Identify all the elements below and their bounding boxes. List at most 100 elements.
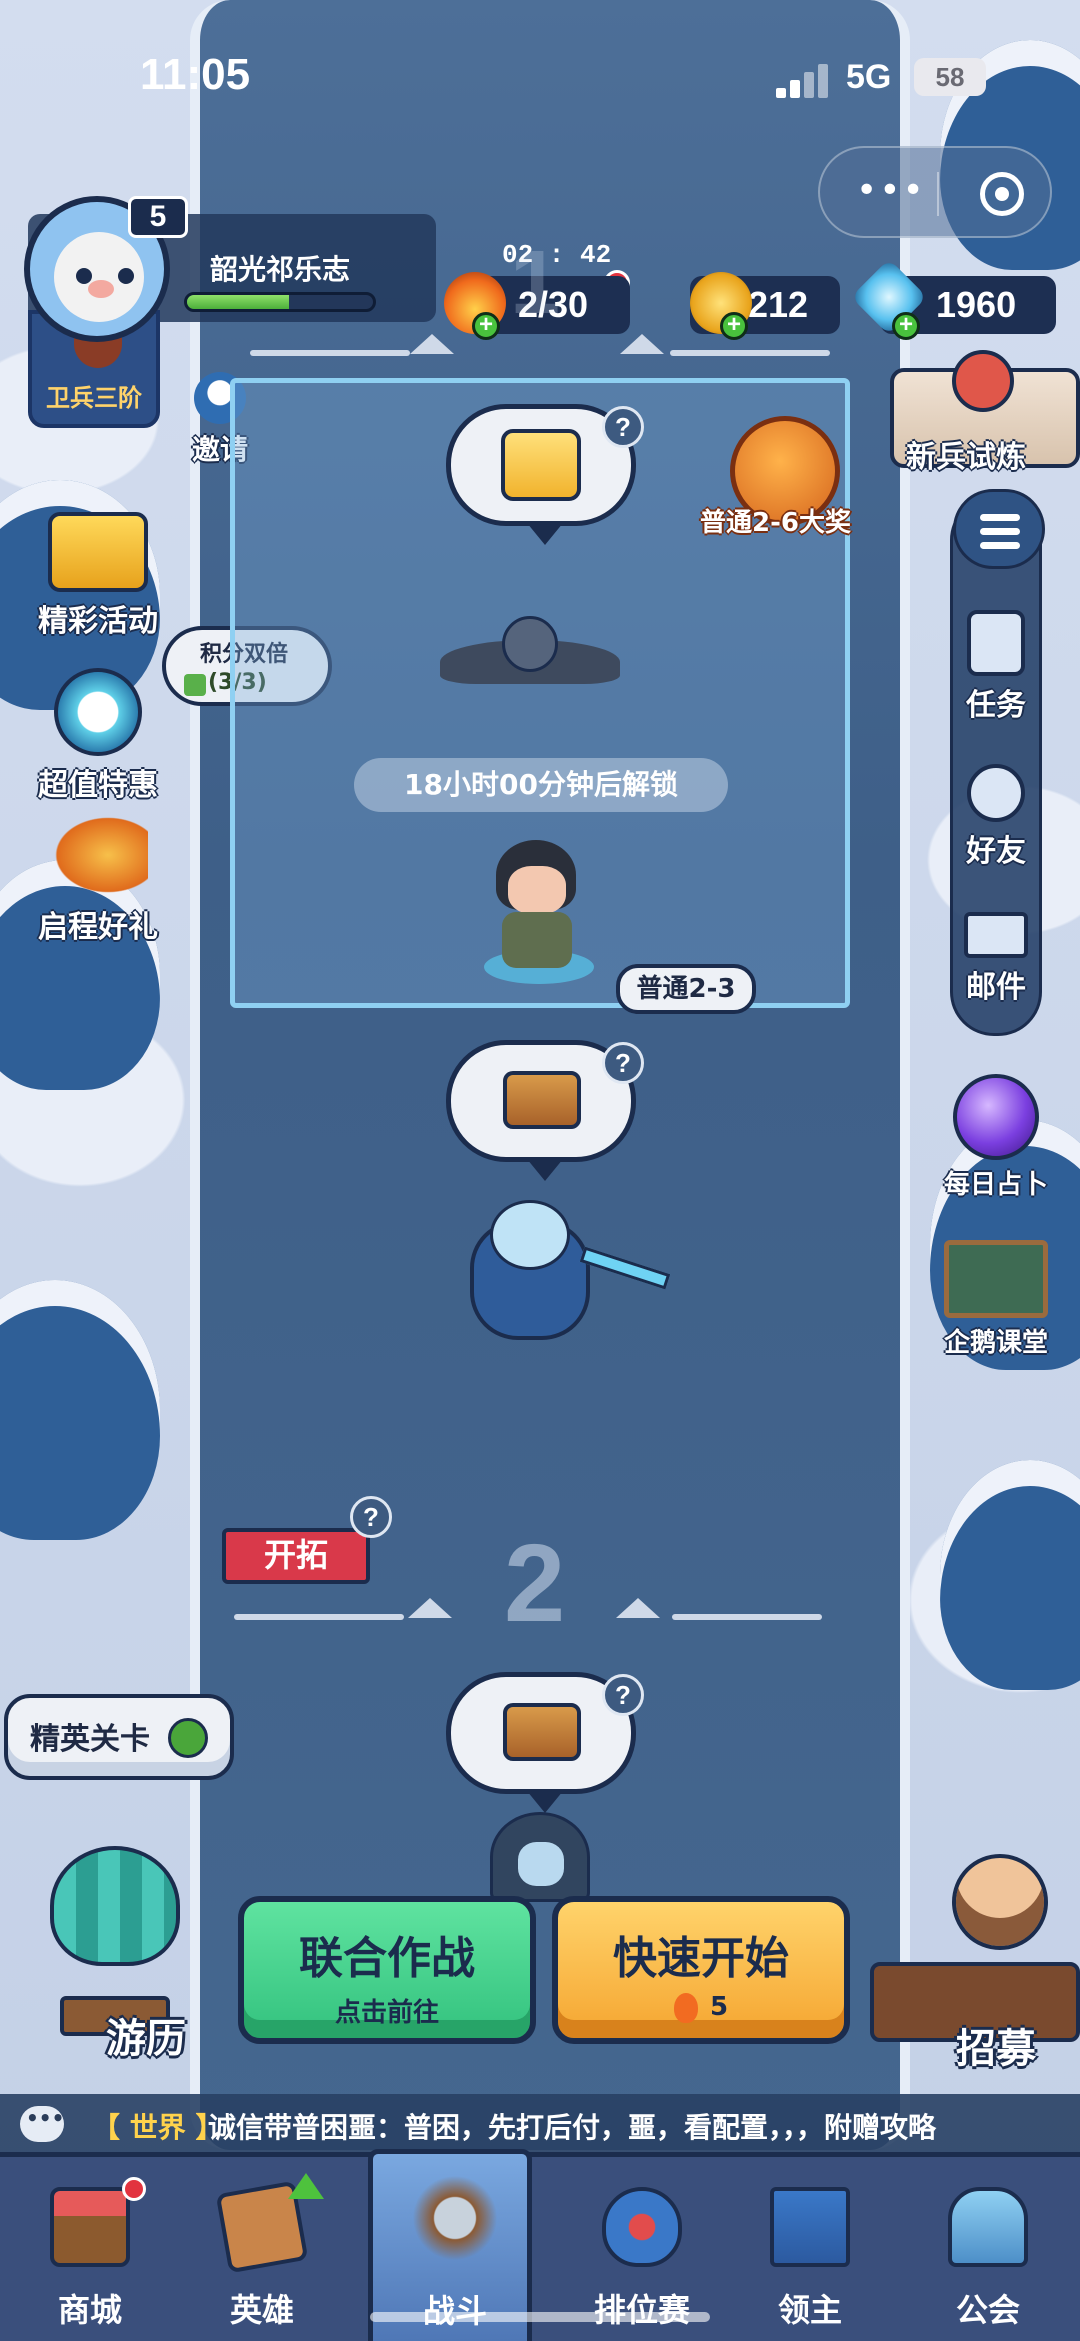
hero-character: [474, 830, 594, 990]
quick-start-button[interactable]: 快速开始 5: [552, 1896, 850, 2044]
mail-label: 邮件: [966, 970, 1026, 1005]
chat-channel: 【 世界 】: [92, 2111, 224, 2144]
add-gem-button[interactable]: +: [892, 312, 920, 340]
tab-label: 排位赛: [593, 2291, 690, 2329]
swap-arrows-icon: [168, 1718, 208, 1758]
coop-battle-button[interactable]: 联合作战 点击前往: [238, 1896, 536, 2044]
clipboard-icon: [967, 610, 1025, 676]
fortune-label: 每日占卜: [943, 1170, 1048, 1200]
upgrade-arrow-icon: [288, 2173, 324, 2199]
snow-mound-icon: [620, 334, 664, 354]
path-divider: [672, 1614, 822, 1620]
deals-button[interactable]: 超值特惠: [26, 668, 170, 804]
coop-battle-subtitle: 点击前往: [334, 1998, 439, 2028]
player-name: 韶光祁乐志: [210, 253, 351, 286]
recruit-label: 招募: [956, 2026, 1036, 2072]
trial-label: 新兵试炼: [906, 440, 1026, 475]
banner-icon: [770, 2187, 850, 2267]
tab-lord[interactable]: 领主: [728, 2157, 892, 2341]
events-button[interactable]: 精彩活动: [26, 512, 170, 640]
coop-battle-title: 联合作战: [299, 1933, 475, 1984]
ice-troll-enemy: [450, 1180, 671, 1350]
class-button[interactable]: 企鹅课堂: [928, 1240, 1064, 1359]
close-target-icon[interactable]: [980, 172, 1024, 216]
gold-value: 212: [748, 284, 809, 325]
deals-label: 超值特惠: [38, 768, 158, 803]
tab-label: 公会: [955, 2291, 1020, 2329]
capsule-divider: [937, 172, 939, 216]
castle-icon: [948, 2187, 1028, 2267]
elite-stage-button[interactable]: 精英关卡: [4, 1694, 234, 1780]
player-level-badge: 5: [128, 196, 188, 238]
snow-mound-icon: [616, 1598, 660, 1618]
gift-button[interactable]: 启程好礼: [26, 812, 170, 946]
path-divider: [234, 1614, 404, 1620]
more-icon[interactable]: •••: [856, 170, 926, 211]
friends-label: 好友: [966, 834, 1026, 869]
book-icon: [184, 674, 206, 696]
warrior-face-icon: [952, 350, 1014, 412]
path-divider: [670, 350, 830, 356]
fortune-button[interactable]: 每日占卜: [928, 1074, 1064, 1201]
crystal-ball-icon: [953, 1074, 1039, 1160]
tab-guild[interactable]: 公会: [906, 2157, 1070, 2341]
treasure-chest-icon: [48, 512, 148, 592]
home-indicator[interactable]: [370, 2312, 710, 2322]
chest-icon: [503, 1071, 581, 1129]
grand-prize-label: 普通2-6大奖: [700, 508, 851, 538]
tasks-button[interactable]: 任务: [950, 610, 1042, 724]
tab-shop[interactable]: 商城: [8, 2157, 172, 2341]
stopwatch-icon: [54, 668, 142, 756]
quick-start-title: 快速开始: [613, 1933, 789, 1984]
friends-button[interactable]: 好友: [950, 764, 1042, 870]
world-chat-bar[interactable]: 【 世界 】 诚信带普困噩：普困，先打后付，噩，看配置，，，附赠攻略: [0, 2094, 1080, 2154]
chat-bubble-icon: [20, 2106, 64, 2142]
current-stage-tag[interactable]: 普通2-3: [616, 964, 756, 1014]
menu-toggle-button[interactable]: [953, 489, 1045, 569]
status-bar: 11:05 5G 58: [0, 50, 1080, 110]
recruit-button[interactable]: 招募: [860, 1850, 1080, 2072]
quick-start-cost: 5: [558, 1992, 844, 2023]
hooded-enemy: [490, 1812, 590, 1902]
path-divider: [250, 350, 410, 356]
mail-icon: [964, 912, 1028, 958]
chapter-number: 1: [510, 233, 561, 333]
friends-icon: [967, 764, 1025, 822]
shield-icon: [602, 2187, 682, 2267]
menu-bar: [980, 542, 1020, 549]
avatar-eye: [76, 268, 92, 284]
explore-info-icon[interactable]: ?: [350, 1496, 392, 1538]
tab-label: 领主: [777, 2291, 842, 2329]
menu-bar: [980, 514, 1020, 521]
chapter-number: 2: [504, 1522, 566, 1645]
add-gold-button[interactable]: +: [720, 312, 748, 340]
notification-balloon-icon: [122, 2177, 146, 2201]
crow-enemy: [440, 610, 620, 710]
snow-mound-icon: [408, 1598, 452, 1618]
elite-stage-label: 精英关卡: [30, 1722, 150, 1757]
explore-flag[interactable]: 开拓: [222, 1528, 370, 1584]
tab-heroes[interactable]: 英雄: [180, 2157, 344, 2341]
xp-bar: [184, 292, 376, 312]
battery-icon: 58: [914, 58, 986, 96]
travel-button[interactable]: 游历: [10, 1846, 220, 2066]
chest-info-icon[interactable]: ?: [602, 1674, 644, 1716]
unlock-countdown: 18小时00分钟后解锁: [354, 758, 728, 812]
events-label: 精彩活动: [38, 604, 158, 639]
gem-value: 1960: [936, 284, 1017, 325]
network-type: 5G: [846, 58, 892, 96]
mail-button[interactable]: 邮件: [950, 912, 1042, 1006]
miniprogram-capsule[interactable]: •••: [818, 146, 1052, 238]
key-icon: [501, 429, 581, 501]
avatar-nose: [88, 280, 114, 298]
chest-info-icon[interactable]: ?: [602, 1042, 644, 1084]
signal-icon: [776, 64, 830, 98]
tab-label: 商城: [57, 2291, 122, 2329]
travel-label: 游历: [106, 2016, 186, 2062]
add-energy-button[interactable]: +: [472, 312, 500, 340]
reward-info-icon[interactable]: ?: [602, 406, 644, 448]
eagle-icon: [48, 812, 148, 898]
avatar-eye: [118, 268, 134, 284]
class-label: 企鹅课堂: [943, 1328, 1048, 1358]
xp-fill: [187, 295, 290, 309]
